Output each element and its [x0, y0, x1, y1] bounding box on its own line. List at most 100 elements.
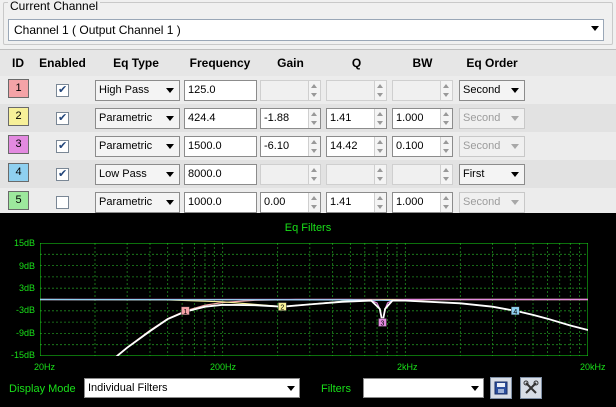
- chevron-down-icon: [511, 144, 519, 149]
- spin-stepper[interactable]: [308, 81, 320, 100]
- table-row: 4 Low Pass 8000.0 First: [0, 160, 616, 188]
- x-tick-label: 20Hz: [34, 362, 56, 372]
- bw-input[interactable]: [392, 164, 453, 185]
- save-button[interactable]: [490, 377, 512, 399]
- chevron-down-icon: [511, 172, 519, 177]
- gain-input[interactable]: [260, 164, 321, 185]
- table-row: 5 Parametric 1000.0 0.00 1.41 1.000 Second: [0, 188, 616, 216]
- eq-order-select[interactable]: First: [459, 164, 525, 185]
- table-row: 1 High Pass 125.0 Second: [0, 76, 616, 104]
- enabled-checkbox[interactable]: [56, 196, 69, 209]
- chevron-down-icon: [166, 200, 174, 205]
- bw-input[interactable]: 0.100: [392, 136, 453, 157]
- spin-stepper[interactable]: [308, 193, 320, 212]
- eq-order-select-value: Second: [463, 140, 501, 152]
- display-mode-select[interactable]: Individual Filters: [84, 378, 300, 398]
- spin-stepper[interactable]: [440, 165, 452, 184]
- q-input-value: 14.42: [330, 140, 358, 152]
- frequency-input-value: 8000.0: [188, 168, 222, 180]
- eq-order-select-value: Second: [463, 112, 501, 124]
- x-tick-label: 200Hz: [210, 362, 237, 372]
- gain-input[interactable]: -6.10: [260, 136, 321, 157]
- enabled-checkbox[interactable]: [56, 167, 69, 181]
- filter-marker-label: 1: [183, 309, 187, 316]
- eq-type-select[interactable]: Parametric: [95, 108, 180, 129]
- spin-stepper[interactable]: [374, 81, 386, 100]
- eq-response-chart: 1 2 3 4: [40, 243, 588, 356]
- col-header-bw: BW: [412, 56, 433, 70]
- y-tick-label: -9dB: [15, 328, 35, 338]
- bw-input[interactable]: [392, 80, 453, 101]
- spin-stepper[interactable]: [308, 165, 320, 184]
- q-input[interactable]: 14.42: [326, 136, 387, 157]
- spin-stepper[interactable]: [440, 137, 452, 156]
- channel-select-value: Channel 1 ( Output Channel 1 ): [14, 23, 181, 37]
- spin-stepper[interactable]: [440, 193, 452, 212]
- col-header-eq-order: Eq Order: [466, 56, 518, 70]
- eq-type-select[interactable]: Parametric: [95, 192, 180, 213]
- q-input-value: 1.41: [330, 196, 352, 208]
- filter-id-badge: 4: [8, 163, 29, 182]
- spin-stepper[interactable]: [374, 193, 386, 212]
- enabled-checkbox[interactable]: [56, 139, 69, 153]
- reset-filters-button[interactable]: [520, 377, 542, 399]
- filter-grid: ID Enabled Eq Type Frequency Gain Q BW E…: [0, 49, 616, 216]
- gain-input-value: -1.88: [264, 112, 290, 124]
- eq-type-select-value: High Pass: [99, 84, 150, 96]
- display-mode-value: Individual Filters: [88, 382, 168, 394]
- eq-order-select[interactable]: Second: [459, 80, 525, 101]
- channel-select[interactable]: Channel 1 ( Output Channel 1 ): [8, 19, 604, 41]
- q-input[interactable]: [326, 164, 387, 185]
- gain-input[interactable]: 0.00: [260, 192, 321, 213]
- col-header-id: ID: [12, 56, 24, 70]
- eq-order-select[interactable]: Second: [459, 192, 525, 213]
- spin-stepper[interactable]: [374, 165, 386, 184]
- tools-icon: [523, 380, 539, 394]
- bw-input[interactable]: 1.000: [392, 192, 453, 213]
- eq-order-select[interactable]: Second: [459, 108, 525, 129]
- response-series-1: [115, 298, 588, 356]
- frequency-input[interactable]: 125.0: [184, 80, 257, 101]
- chevron-down-icon: [166, 88, 174, 93]
- chevron-down-icon: [166, 172, 174, 177]
- spin-stepper[interactable]: [374, 137, 386, 156]
- frequency-input[interactable]: 1500.0: [184, 136, 257, 157]
- eq-type-select[interactable]: Parametric: [95, 136, 180, 157]
- filter-id-badge-value: 2: [15, 110, 22, 122]
- y-tick-label: 9dB: [18, 261, 35, 271]
- frequency-input[interactable]: 1000.0: [184, 192, 257, 213]
- gain-input[interactable]: -1.88: [260, 108, 321, 129]
- bw-input-value: 1.000: [396, 196, 424, 208]
- q-input[interactable]: [326, 80, 387, 101]
- filter-id-badge: 3: [8, 135, 29, 154]
- q-input[interactable]: 1.41: [326, 192, 387, 213]
- spin-stepper[interactable]: [308, 109, 320, 128]
- q-input-value: 1.41: [330, 112, 352, 124]
- frequency-input[interactable]: 8000.0: [184, 164, 257, 185]
- gain-input-value: -6.10: [264, 140, 290, 152]
- display-mode-label: Display Mode: [9, 383, 76, 395]
- spin-stepper[interactable]: [374, 109, 386, 128]
- enabled-checkbox[interactable]: [56, 111, 69, 125]
- frequency-input[interactable]: 424.4: [184, 108, 257, 129]
- eq-type-select-value: Low Pass: [99, 168, 147, 180]
- enabled-checkbox[interactable]: [56, 83, 69, 97]
- plot-title: Eq Filters: [284, 222, 332, 234]
- eq-type-select[interactable]: Low Pass: [95, 164, 180, 185]
- col-header-enabled: Enabled: [39, 56, 86, 70]
- spin-stepper[interactable]: [440, 81, 452, 100]
- chevron-down-icon: [287, 386, 295, 391]
- bw-input[interactable]: 1.000: [392, 108, 453, 129]
- spin-stepper[interactable]: [440, 109, 452, 128]
- q-input[interactable]: 1.41: [326, 108, 387, 129]
- spin-stepper[interactable]: [308, 137, 320, 156]
- bw-input-value: 1.000: [396, 112, 424, 124]
- frequency-input-value: 424.4: [188, 112, 216, 124]
- eq-type-select[interactable]: High Pass: [95, 80, 180, 101]
- y-tick-label: 15dB: [13, 238, 35, 248]
- eq-order-select-value: First: [463, 168, 485, 180]
- y-tick-label: -15dB: [10, 350, 35, 360]
- eq-order-select[interactable]: Second: [459, 136, 525, 157]
- gain-input[interactable]: [260, 80, 321, 101]
- filters-select[interactable]: [363, 378, 484, 398]
